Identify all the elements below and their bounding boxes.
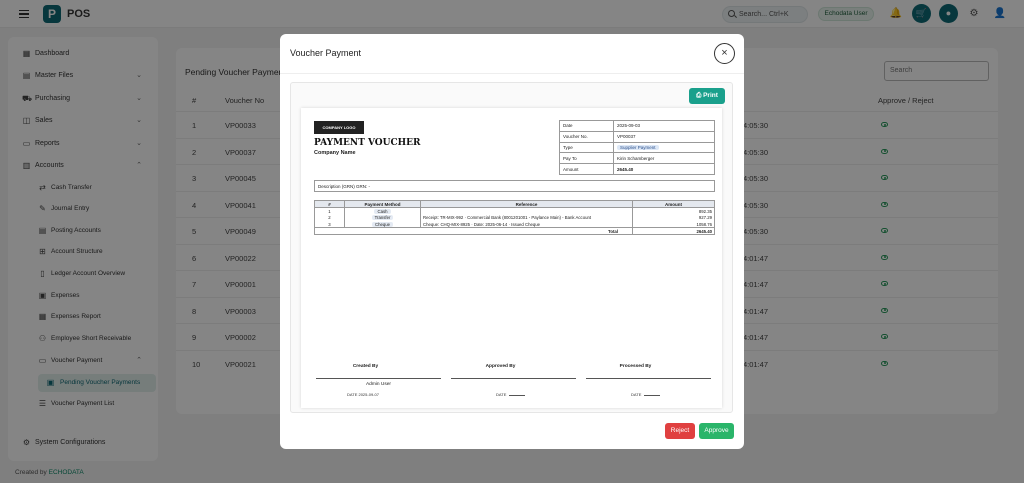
- description-box: Description (GRN) GRN: -: [314, 180, 715, 192]
- created-date: DATE 2025-09-07: [347, 392, 379, 397]
- payment-reference: Receipt: TR-MIX-992 · Commercial Bank (8…: [420, 214, 633, 222]
- type-badge: Supplier Payment: [617, 144, 659, 150]
- reject-button[interactable]: Reject: [665, 423, 695, 439]
- processed-by-label: Processed By: [619, 364, 652, 369]
- payment-header-row: # Payment Method Reference Amount: [314, 200, 715, 208]
- payment-reference: [420, 207, 633, 215]
- method-chip: Cash: [374, 208, 391, 214]
- info-value: 2025-09-03: [613, 120, 715, 132]
- created-by-name: Admin User: [365, 382, 392, 387]
- total-row: Total 2645.40: [314, 227, 715, 236]
- modal-divider: [280, 73, 744, 74]
- voucher-payment-modal: Voucher Payment × ⎙ Print COMPANY LOGO P…: [280, 34, 744, 449]
- method-chip: Transfer: [371, 215, 394, 221]
- info-key: Type: [559, 141, 614, 154]
- info-row: Type Supplier Payment: [559, 141, 715, 154]
- voucher-preview: ⎙ Print COMPANY LOGO PAYMENT VOUCHER Com…: [290, 82, 733, 413]
- total-value: 2645.40: [632, 227, 715, 236]
- info-key: Amount: [559, 163, 614, 175]
- info-row: Amount 2645.40: [559, 163, 715, 175]
- payment-row: 3 Cheque Cheque: CHQ-MIX-8925 · Date: 20…: [314, 221, 715, 228]
- payment-num: 1: [314, 207, 345, 215]
- payment-num: 3: [314, 221, 345, 228]
- voucher-info-table: Date 2025-09-03 Voucher No. VP00037 Type…: [559, 120, 715, 175]
- info-value: 2645.40: [613, 163, 715, 175]
- company-logo: COMPANY LOGO: [314, 121, 364, 134]
- info-value: VP00037: [613, 130, 715, 143]
- approved-date-label: DATE: [496, 392, 507, 397]
- column-header: #: [314, 200, 345, 208]
- processed-date-label: DATE: [631, 392, 642, 397]
- column-header: Reference: [420, 200, 633, 208]
- company-name: Company Name: [314, 150, 356, 156]
- payment-amount: 927.29: [632, 214, 715, 222]
- info-row: Pay To Kirin Schamberger: [559, 152, 715, 165]
- processed-date: DATE: [631, 392, 661, 397]
- close-icon[interactable]: ×: [714, 43, 735, 64]
- info-row: Voucher No. VP00037: [559, 130, 715, 143]
- payment-row: 1 Cash 892.35: [314, 207, 715, 215]
- print-button[interactable]: ⎙ Print: [689, 88, 725, 104]
- approve-button[interactable]: Approve: [699, 423, 734, 439]
- signature-line: [586, 378, 711, 379]
- info-value: Supplier Payment: [613, 141, 715, 154]
- info-key: Voucher No.: [559, 130, 614, 143]
- method-chip: Cheque: [371, 221, 394, 227]
- signature-line: [316, 378, 441, 379]
- payment-amount: 1058.76: [632, 221, 715, 228]
- total-label: Total: [314, 227, 633, 236]
- column-header: Amount: [632, 200, 715, 208]
- approved-date: DATE: [496, 392, 526, 397]
- info-key: Date: [559, 120, 614, 132]
- voucher-title: PAYMENT VOUCHER: [314, 138, 421, 148]
- payment-amount: 892.35: [632, 207, 715, 215]
- payment-voucher-document: COMPANY LOGO PAYMENT VOUCHER Company Nam…: [301, 108, 722, 408]
- payment-method: Cheque: [344, 221, 421, 228]
- payment-num: 2: [314, 214, 345, 222]
- payment-methods-table: # Payment Method Reference Amount 1 Cash…: [314, 200, 715, 236]
- payment-reference: Cheque: CHQ-MIX-8925 · Date: 2025-06-14 …: [420, 221, 633, 228]
- info-row: Date 2025-09-03: [559, 120, 715, 132]
- approved-by-label: Approved By: [485, 364, 516, 369]
- payment-row: 2 Transfer Receipt: TR-MIX-992 · Commerc…: [314, 214, 715, 222]
- info-value: Kirin Schamberger: [613, 152, 715, 165]
- info-key: Pay To: [559, 152, 614, 165]
- payment-method: Transfer: [344, 214, 421, 222]
- column-header: Payment Method: [344, 200, 421, 208]
- modal-title: Voucher Payment: [290, 48, 362, 58]
- created-by-label: Created By: [352, 364, 379, 369]
- signature-line: [451, 378, 576, 379]
- payment-method: Cash: [344, 207, 421, 215]
